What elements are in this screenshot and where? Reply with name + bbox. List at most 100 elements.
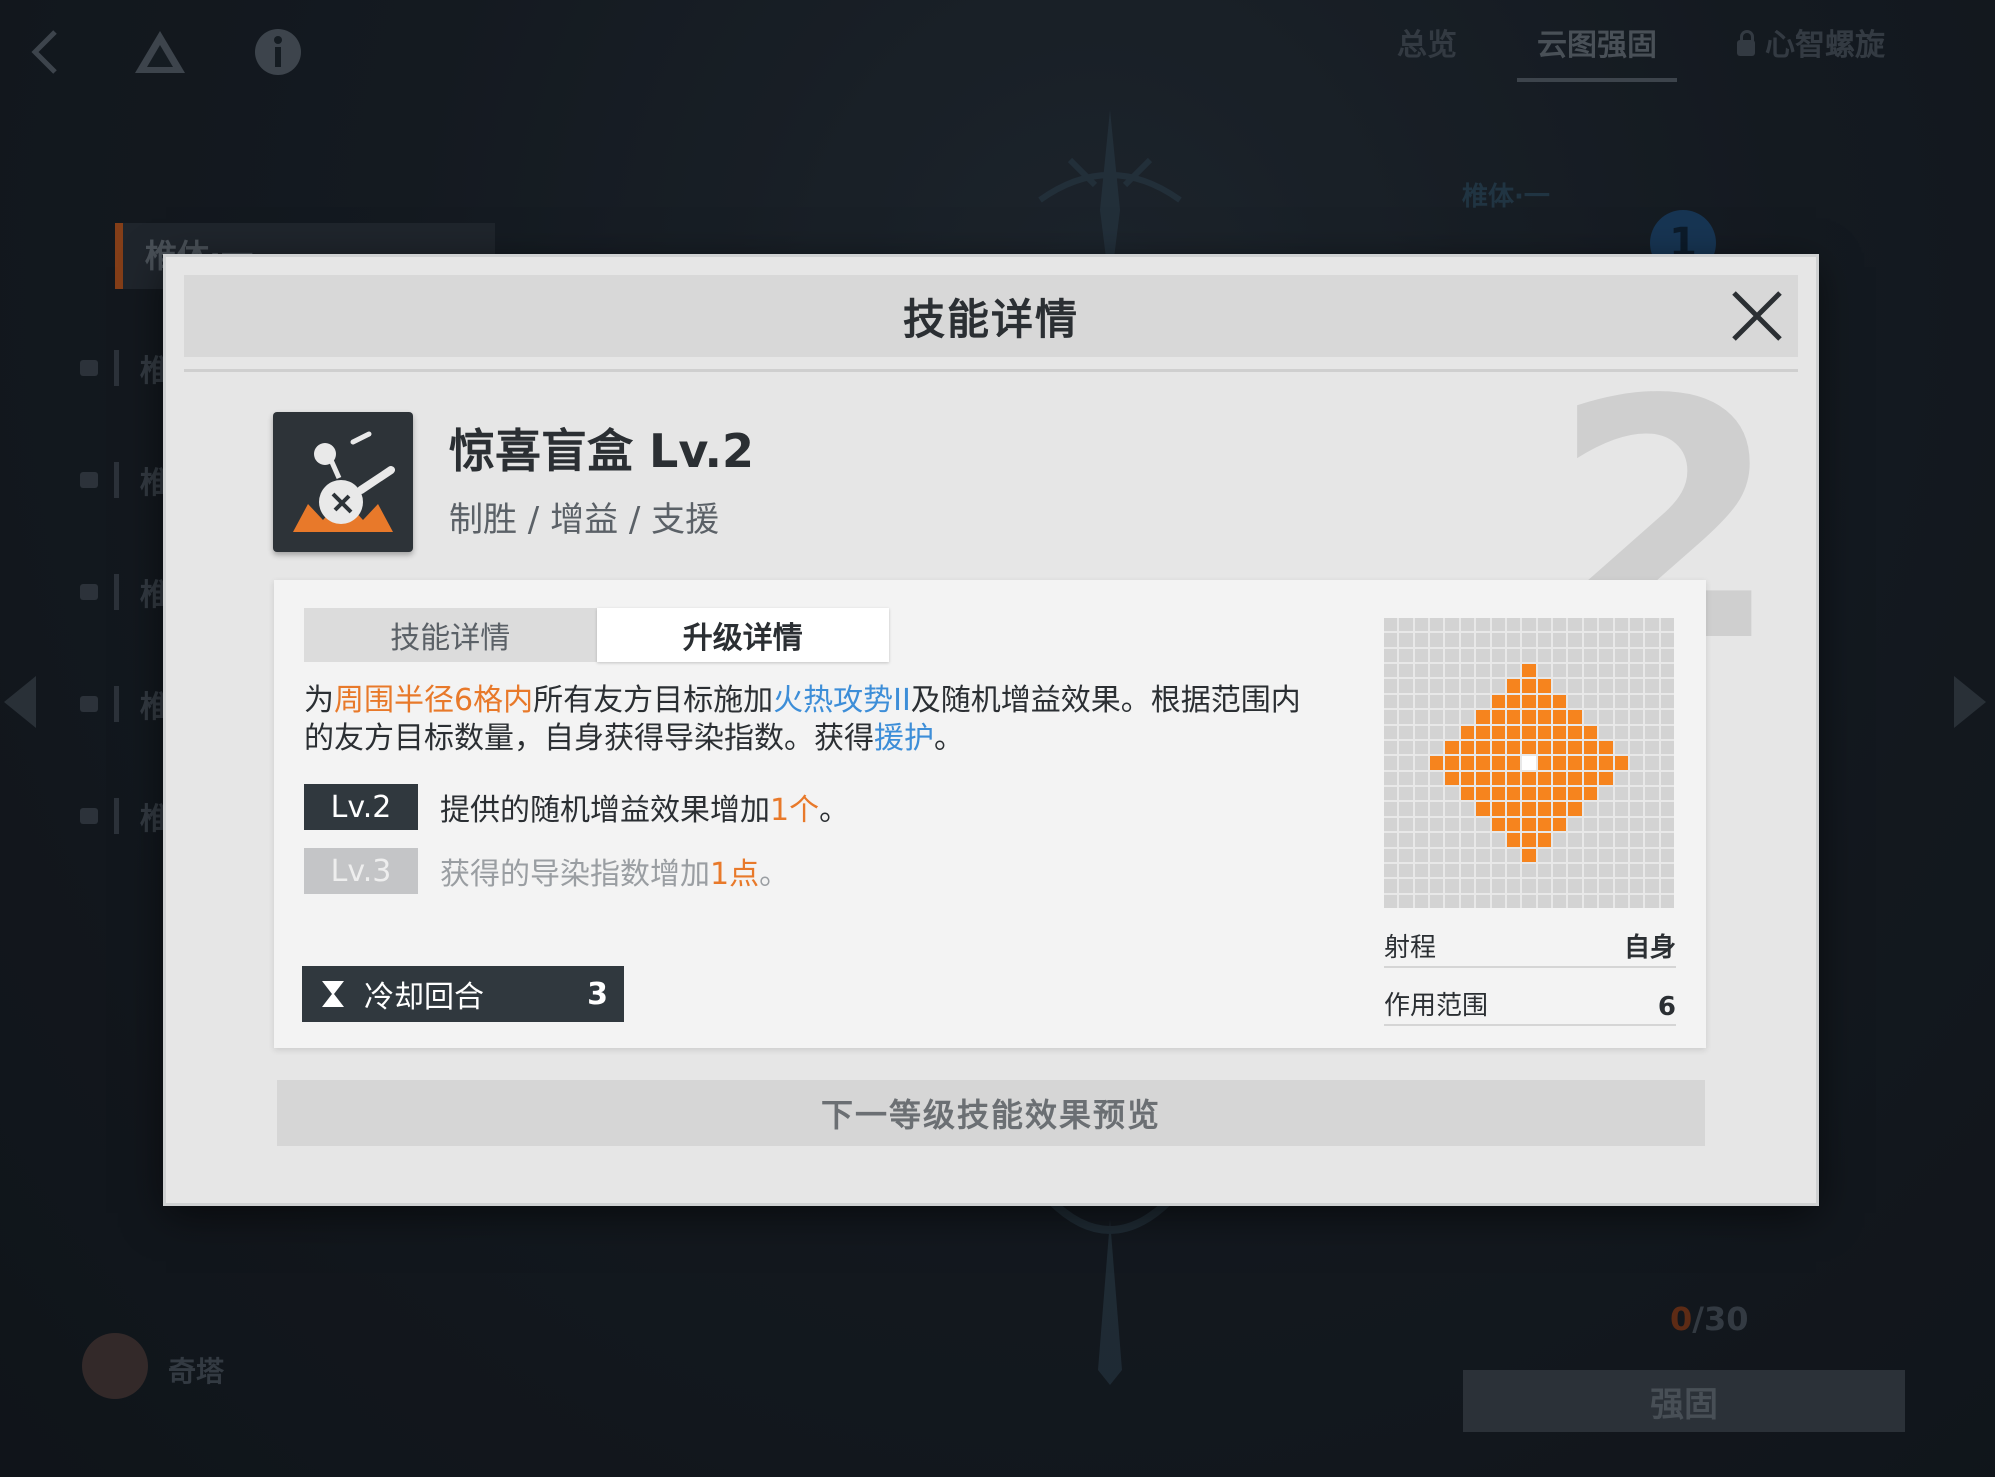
grid-cell [1645,648,1659,663]
grid-cell [1506,618,1521,632]
tab-skill-details[interactable]: 技能详情 [304,608,597,662]
grid-cell-in-range [1522,787,1536,801]
grid-cell-in-range [1506,817,1521,832]
grid-cell [1414,879,1429,893]
grid-cell [1414,802,1429,816]
grid-cell [1583,879,1598,893]
grid-cell [1384,848,1398,862]
level-row: Lv.3 获得的导染指数增加1点。 [304,848,789,894]
grid-cell [1537,618,1552,632]
grid-cell [1430,848,1444,862]
grid-cell [1445,817,1459,832]
grid-cell-in-range [1522,664,1536,678]
stat-area: 作用范围 6 [1384,982,1676,1026]
skill-panel: 技能详情 升级详情 为周围半径6格内所有友方目标施加火热攻势II及随机增益效果。… [274,580,1706,1048]
grid-cell [1445,787,1459,801]
grid-cell [1537,863,1552,878]
keyword-link[interactable]: 援护 [874,721,934,756]
grid-cell [1522,894,1536,908]
grid-cell [1660,848,1674,862]
grid-cell [1660,771,1674,785]
grid-cell [1414,833,1429,847]
grid-cell [1384,618,1398,632]
grid-cell [1384,694,1398,709]
grid-cell [1414,756,1429,770]
skill-description: 为周围半径6格内所有友方目标施加火热攻势II及随机增益效果。根据范围内的友方目标… [304,683,1301,756]
grid-cell-self [1522,756,1536,770]
grid-cell [1629,863,1644,878]
grid-cell [1384,679,1398,693]
grid-cell [1445,802,1459,816]
grid-cell [1583,710,1598,724]
cooldown-bar: 冷却回合 3 [302,966,624,1022]
grid-cell [1583,633,1598,647]
grid-cell-in-range [1476,787,1490,801]
grid-cell-in-range [1506,725,1521,739]
grid-cell [1568,863,1582,878]
grid-cell [1599,710,1613,724]
grid-cell [1660,740,1674,755]
grid-cell [1568,648,1582,663]
grid-cell [1614,633,1628,647]
grid-cell [1460,802,1475,816]
grid-cell [1553,664,1567,678]
grid-cell-in-range [1553,817,1567,832]
grid-cell [1660,817,1674,832]
grid-cell [1614,618,1628,632]
grid-cell [1399,710,1413,724]
grid-cell [1384,756,1398,770]
grid-cell [1583,802,1598,816]
grid-cell-in-range [1522,710,1536,724]
grid-cell [1645,894,1659,908]
grid-cell [1384,802,1398,816]
grid-cell [1460,879,1475,893]
tab-upgrade-details[interactable]: 升级详情 [596,608,889,662]
grid-cell [1553,848,1567,862]
grid-cell [1599,787,1613,801]
grid-cell-in-range [1537,817,1552,832]
grid-cell [1522,879,1536,893]
grid-cell [1399,740,1413,755]
grid-cell [1568,694,1582,709]
grid-cell-in-range [1491,817,1505,832]
grid-cell [1568,833,1582,847]
grid-cell-in-range [1491,710,1505,724]
level-text: 获得的导染指数增加1点。 [440,857,790,892]
grid-cell [1384,725,1398,739]
grid-cell [1460,633,1475,647]
grid-cell-in-range [1460,787,1475,801]
grid-cell [1460,679,1475,693]
modal-title: 技能详情 [902,294,1079,344]
grid-cell [1537,648,1552,663]
grid-cell-in-range [1583,725,1598,739]
grid-cell-in-range [1506,833,1521,847]
grid-cell [1399,802,1413,816]
grid-cell-in-range [1476,756,1490,770]
grid-cell-in-range [1553,756,1567,770]
grid-cell [1445,710,1459,724]
grid-cell [1384,894,1398,908]
grid-cell [1414,740,1429,755]
grid-cell-in-range [1614,756,1628,770]
grid-cell [1491,848,1505,862]
grid-cell [1568,894,1582,908]
grid-cell [1660,679,1674,693]
grid-cell [1599,618,1613,632]
stat-range: 射程 自身 [1384,924,1676,968]
grid-cell-in-range [1568,756,1582,770]
grid-cell [1629,664,1644,678]
grid-cell-in-range [1537,694,1552,709]
grid-cell-in-range [1522,679,1536,693]
grid-cell [1645,771,1659,785]
segment-control: 技能详情 升级详情 [304,608,889,662]
grid-cell [1583,694,1598,709]
grid-cell-in-range [1537,787,1552,801]
grid-cell [1430,694,1444,709]
grid-cell [1430,710,1444,724]
grid-cell [1629,756,1644,770]
grid-cell-in-range [1553,802,1567,816]
grid-cell [1460,664,1475,678]
keyword-link[interactable]: 火热攻势II [773,683,911,718]
preview-next-level-button[interactable]: 下一等级技能效果预览 [277,1080,1705,1146]
grid-cell [1645,879,1659,893]
